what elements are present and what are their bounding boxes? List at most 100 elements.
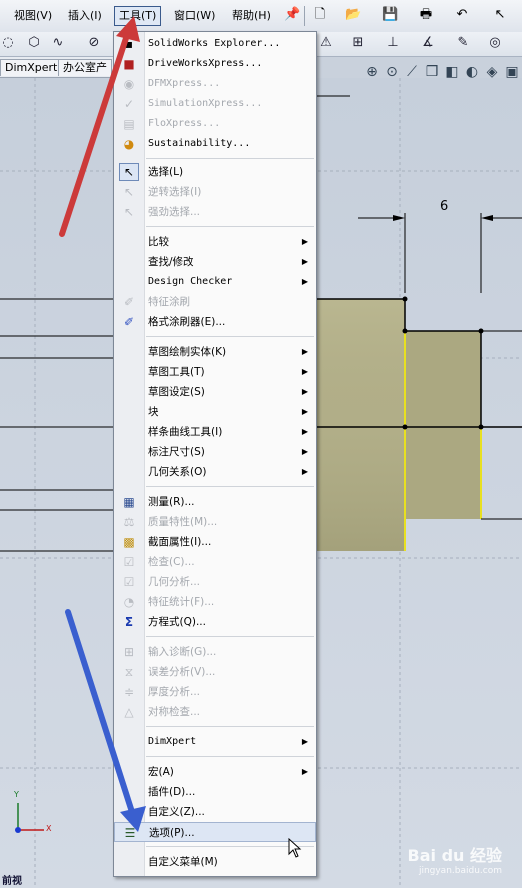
- menu-item-thickness-analysis[interactable]: ≑ 厚度分析...: [114, 682, 316, 702]
- hide-show-icon[interactable]: ◐: [462, 64, 482, 80]
- thickness-analysis-icon: ≑: [123, 685, 135, 699]
- menu-label: 查找/修改: [148, 256, 194, 268]
- open-folder-icon[interactable]: 📂: [345, 7, 361, 23]
- menu-separator: [146, 726, 314, 727]
- menu-item-check[interactable]: ☑ 检查(C)...: [114, 552, 316, 572]
- menu-separator: [146, 486, 314, 487]
- circle-tool-icon[interactable]: ◌: [0, 35, 16, 51]
- menu-item-add-ins[interactable]: 插件(D)...: [114, 782, 316, 802]
- menu-item-sketch-entities[interactable]: 草图绘制实体(K) ▶: [114, 342, 316, 362]
- menu-item-solidworks-explorer[interactable]: ▪ SolidWorks Explorer...: [114, 34, 316, 54]
- menu-item-feature-paint[interactable]: ✐ 特征涂刷: [114, 292, 316, 312]
- menu-item-sketch-tools[interactable]: 草图工具(T) ▶: [114, 362, 316, 382]
- view-orientation-icon[interactable]: ❒: [422, 64, 442, 80]
- polygon-tool-icon[interactable]: ⬡: [26, 35, 42, 51]
- submenu-arrow-icon: ▶: [301, 767, 308, 776]
- section-view-icon[interactable]: ⟋: [402, 64, 422, 80]
- menu-label: DFMXpress...: [148, 78, 221, 89]
- menu-label: 检查(C)...: [148, 556, 195, 568]
- spline-tool-icon[interactable]: ∿: [50, 35, 66, 51]
- linear-pattern-icon[interactable]: ⊞: [350, 35, 366, 51]
- menu-item-equations[interactable]: Σ 方程式(Q)...: [114, 612, 316, 632]
- menu-window[interactable]: 窗口(W): [170, 7, 219, 25]
- menu-item-section-properties[interactable]: ▩ 截面属性(I)...: [114, 532, 316, 552]
- symmetry-check-icon: △: [124, 705, 134, 719]
- menu-help[interactable]: 帮助(H): [228, 7, 275, 25]
- print-icon[interactable]: 🖶: [418, 7, 434, 23]
- submenu-arrow-icon: ▶: [301, 237, 308, 246]
- view-heads-up-toolbar: ⊕ ⊙ ⟋ ❒ ◧ ◐ ◈ ▣: [362, 64, 522, 84]
- menu-item-customize[interactable]: 自定义(Z)...: [114, 802, 316, 822]
- dimension-value[interactable]: 6: [440, 199, 448, 214]
- save-icon[interactable]: 💾: [382, 7, 398, 23]
- menu-item-deviation-analysis[interactable]: ⧖ 误差分析(V)...: [114, 662, 316, 682]
- menu-item-import-diagnostics[interactable]: ⊞ 输入诊断(G)...: [114, 642, 316, 662]
- menu-item-spline-tools[interactable]: 样条曲线工具(I) ▶: [114, 422, 316, 442]
- menu-item-compare[interactable]: 比较 ▶: [114, 232, 316, 252]
- new-document-icon[interactable]: 🗋: [312, 7, 328, 23]
- menu-label: 标注尺寸(S): [148, 446, 205, 458]
- undo-icon[interactable]: ↶: [454, 7, 470, 23]
- menu-item-select[interactable]: ↖ 选择(L): [114, 162, 316, 182]
- menu-label: 宏(A): [148, 766, 174, 778]
- menu-item-power-select[interactable]: ↖ 强劲选择...: [114, 202, 316, 222]
- menu-item-dimxpert[interactable]: DimXpert ▶: [114, 732, 316, 752]
- menu-label: 强劲选择...: [148, 206, 201, 218]
- menu-label: DimXpert: [148, 736, 197, 747]
- menu-item-macro[interactable]: 宏(A) ▶: [114, 762, 316, 782]
- appearance-icon[interactable]: ◈: [482, 64, 502, 80]
- menu-label: 插件(D)...: [148, 786, 196, 798]
- power-select-icon: ↖: [123, 205, 135, 219]
- menu-label: 特征统计(F)...: [148, 596, 215, 608]
- menu-item-symmetry-check[interactable]: △ 对称检查...: [114, 702, 316, 722]
- menu-item-format-painter[interactable]: ✐ 格式涂刷器(E)...: [114, 312, 316, 332]
- tab-office[interactable]: 办公室产: [58, 59, 112, 76]
- menu-label: 比较: [148, 236, 169, 248]
- tab-dimxpert[interactable]: DimXpert: [0, 59, 63, 76]
- menu-item-options[interactable]: ☰ 选项(P)...: [114, 822, 316, 842]
- menu-label: 测量(R)...: [148, 496, 195, 508]
- menu-item-customize-menu[interactable]: 自定义菜单(M): [114, 852, 316, 872]
- zoom-area-icon[interactable]: ⊙: [382, 64, 402, 80]
- import-diagnostics-icon: ⊞: [123, 645, 135, 659]
- menu-item-floxpress[interactable]: ▤ FloXpress...: [114, 114, 316, 134]
- menu-insert[interactable]: 插入(I): [64, 7, 106, 25]
- menu-separator: [146, 756, 314, 757]
- menu-item-relations[interactable]: 几何关系(O) ▶: [114, 462, 316, 482]
- display-style-icon[interactable]: ◎: [487, 35, 503, 51]
- menu-item-reverse-select[interactable]: ↖ 逆转选择(I): [114, 182, 316, 202]
- menu-item-measure[interactable]: ▦ 测量(R)...: [114, 492, 316, 512]
- menu-item-find-modify[interactable]: 查找/修改 ▶: [114, 252, 316, 272]
- display-style-icon-2[interactable]: ◧: [442, 64, 462, 80]
- scene-icon[interactable]: ▣: [502, 64, 522, 80]
- sketch-pen-icon[interactable]: ✎: [455, 35, 471, 51]
- menu-item-design-checker[interactable]: Design Checker ▶: [114, 272, 316, 292]
- menu-separator: [146, 336, 314, 337]
- menu-item-mass-properties[interactable]: ⚖ 质量特性(M)...: [114, 512, 316, 532]
- menu-label: 几何关系(O): [148, 466, 207, 478]
- menu-item-sketch-settings[interactable]: 草图设定(S) ▶: [114, 382, 316, 402]
- zoom-to-fit-icon[interactable]: ⊕: [362, 64, 382, 80]
- baidu-watermark: Bai du 经验 jingyan.baidu.com: [408, 842, 502, 876]
- relations-icon[interactable]: ⊥: [385, 35, 401, 51]
- menu-item-driveworksxpress[interactable]: ■ DriveWorksXpress...: [114, 54, 316, 74]
- warning-icon[interactable]: ⚠: [318, 35, 334, 51]
- submenu-arrow-icon: ▶: [301, 387, 308, 396]
- menu-item-blocks[interactable]: 块 ▶: [114, 402, 316, 422]
- menu-item-feature-statistics[interactable]: ◔ 特征统计(F)...: [114, 592, 316, 612]
- menu-item-simulationxpress[interactable]: ✓ SimulationXpress...: [114, 94, 316, 114]
- menu-item-dimensions[interactable]: 标注尺寸(S) ▶: [114, 442, 316, 462]
- menu-view[interactable]: 视图(V): [10, 7, 56, 25]
- smart-dimension-icon[interactable]: ∡: [420, 35, 436, 51]
- feature-paint-icon: ✐: [123, 295, 135, 309]
- menu-tools[interactable]: 工具(T): [114, 6, 162, 26]
- menu-label: 草图设定(S): [148, 386, 205, 398]
- select-arrow-icon[interactable]: ↖: [492, 7, 508, 23]
- slot-tool-icon[interactable]: ⊘: [86, 35, 102, 51]
- menu-item-sustainability[interactable]: ◕ Sustainability...: [114, 134, 316, 154]
- menu-item-geometry-analysis[interactable]: ☑ 几何分析...: [114, 572, 316, 592]
- sigma-icon: Σ: [124, 615, 134, 629]
- menu-item-dfmxpress[interactable]: ◉ DFMXpress...: [114, 74, 316, 94]
- submenu-arrow-icon: ▶: [301, 427, 308, 436]
- pin-icon[interactable]: 📌: [284, 7, 300, 23]
